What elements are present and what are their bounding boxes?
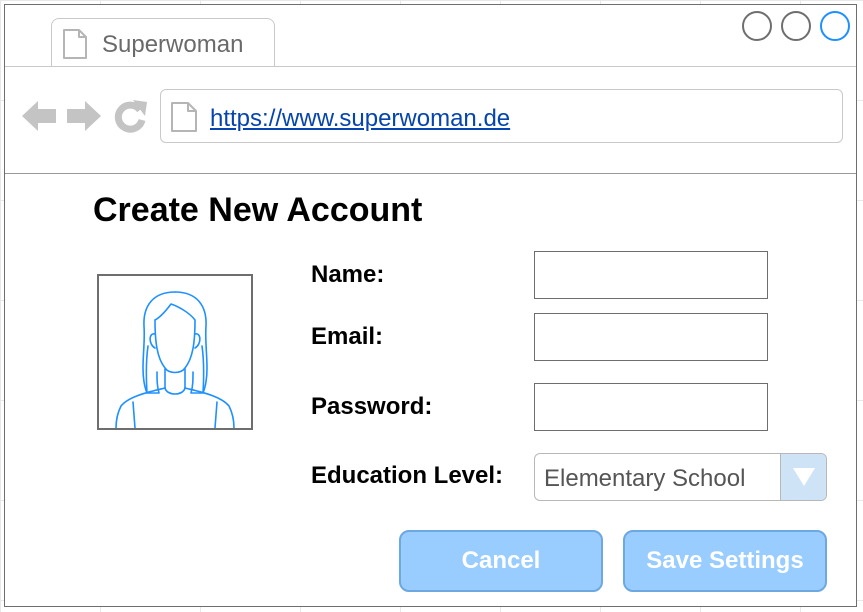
title-bar: Superwoman	[5, 5, 856, 67]
password-field[interactable]	[534, 383, 768, 431]
cancel-button[interactable]: Cancel	[399, 530, 603, 592]
tab-superwoman[interactable]: Superwoman	[51, 18, 275, 67]
back-arrow-icon[interactable]	[21, 98, 57, 139]
navigation-bar: https://www.superwoman.de	[5, 67, 856, 174]
name-field[interactable]	[534, 251, 768, 299]
browser-window: Superwoman https://www.superwoman.de Cre…	[4, 4, 857, 607]
tab-title: Superwoman	[102, 31, 244, 58]
triangle-down-icon	[793, 468, 815, 486]
education-level-select[interactable]: Elementary School	[534, 453, 827, 501]
email-label: Email:	[311, 323, 384, 350]
education-level-value: Elementary School	[544, 465, 746, 492]
woman-avatar-icon	[115, 291, 235, 428]
minimize-button[interactable]	[742, 11, 772, 41]
avatar	[97, 274, 253, 430]
address-bar[interactable]: https://www.superwoman.de	[160, 89, 843, 143]
forward-arrow-icon[interactable]	[66, 98, 102, 139]
page-title: Create New Account	[93, 191, 423, 229]
maximize-button[interactable]	[781, 11, 811, 41]
save-settings-button[interactable]: Save Settings	[623, 530, 827, 592]
reload-icon[interactable]	[112, 98, 148, 139]
url-link[interactable]: https://www.superwoman.de	[210, 105, 510, 133]
password-label: Password:	[311, 393, 433, 420]
name-label: Name:	[311, 261, 385, 288]
education-level-label: Education Level:	[311, 462, 504, 489]
dropdown-button[interactable]	[780, 454, 826, 500]
email-field[interactable]	[534, 313, 768, 361]
close-button[interactable]	[820, 11, 850, 41]
document-icon	[170, 102, 198, 137]
document-icon	[62, 29, 88, 64]
